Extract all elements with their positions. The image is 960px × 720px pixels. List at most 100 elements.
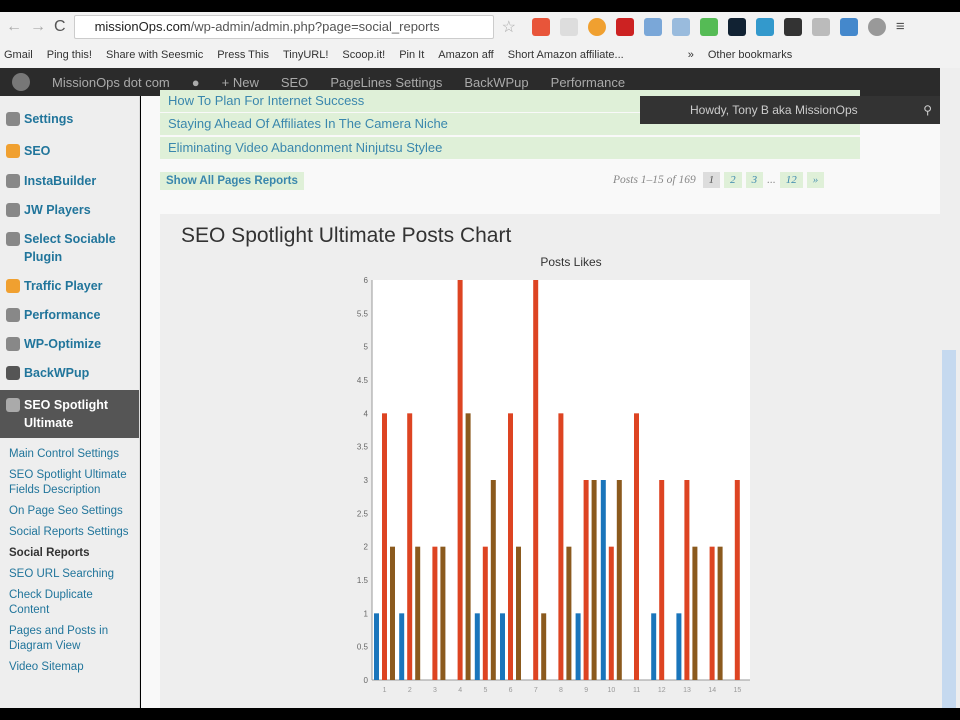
extension-icon[interactable] xyxy=(783,18,802,36)
submenu-on-page-seo[interactable]: On Page Seo Settings xyxy=(0,501,139,522)
extension-icon[interactable] xyxy=(699,18,718,36)
extension-icon[interactable] xyxy=(867,18,886,36)
bar-series1 xyxy=(575,613,581,680)
optimize-icon xyxy=(6,337,20,351)
bookmark[interactable]: Pin It xyxy=(399,49,424,61)
bar-series3 xyxy=(616,480,622,680)
submenu-social-reports-settings[interactable]: Social Reports Settings xyxy=(0,522,139,543)
bar-series2 xyxy=(659,480,665,680)
bar-series3 xyxy=(591,480,597,680)
adminbar-seo[interactable]: SEO xyxy=(281,75,308,90)
page-1[interactable]: 1 xyxy=(702,172,721,188)
page-12[interactable]: 12 xyxy=(779,172,803,188)
extension-icon[interactable] xyxy=(755,18,774,36)
forward-icon[interactable]: → xyxy=(30,18,46,36)
adminbar-pagelines[interactable]: PageLines Settings xyxy=(330,75,442,90)
label: SEO xyxy=(24,144,51,158)
posts-likes-chart: Posts Likes00.511.522.533.544.555.561 2 3 4… xyxy=(357,255,750,694)
label: InstaBuilder xyxy=(24,174,97,188)
traffic-icon xyxy=(6,279,20,293)
bookmark[interactable]: Gmail xyxy=(4,49,33,61)
submenu-main-control[interactable]: Main Control Settings xyxy=(0,444,139,465)
bar-series3 xyxy=(390,546,395,680)
back-icon[interactable]: ← xyxy=(6,18,22,36)
x-tick-label: 6 xyxy=(509,687,513,694)
x-tick-label: 14 xyxy=(708,687,716,694)
sidebar-item-jw-players[interactable]: JW Players xyxy=(0,201,139,219)
extension-icon[interactable] xyxy=(643,18,662,36)
extension-icon[interactable] xyxy=(559,18,578,36)
bar-series1 xyxy=(399,613,405,680)
y-tick-label: 0.5 xyxy=(357,643,369,652)
submenu-diagram-view[interactable]: Pages and Posts in Diagram View xyxy=(0,621,139,657)
sidebar-item-seo[interactable]: SEO xyxy=(0,142,139,160)
extension-icon[interactable] xyxy=(671,18,690,36)
submenu-fields-description[interactable]: SEO Spotlight Ultimate Fields Descriptio… xyxy=(0,465,139,501)
bookmark[interactable]: Short Amazon affiliate... xyxy=(508,49,624,61)
y-tick-label: 4.5 xyxy=(357,376,369,385)
sidebar-item-wp-optimize[interactable]: WP-Optimize xyxy=(0,335,139,353)
menu-icon[interactable]: ≡ xyxy=(896,18,914,36)
extension-icon[interactable] xyxy=(531,18,550,36)
pagination: Posts 1–15 of 169 1 2 3... 12» xyxy=(613,172,825,188)
submenu-check-duplicate[interactable]: Check Duplicate Content xyxy=(0,585,139,621)
sidebar-item-seo-spotlight[interactable]: SEO Spotlight Ultimate xyxy=(0,390,139,438)
bar-series2 xyxy=(734,480,740,680)
page-2[interactable]: 2 xyxy=(724,172,742,188)
report-row[interactable]: Eliminating Video Abandonment Ninjutsu S… xyxy=(160,137,860,159)
bar-series3 xyxy=(566,546,572,680)
star-icon[interactable]: ☆ xyxy=(502,17,516,37)
sidebar-item-backwpup[interactable]: BackWPup xyxy=(0,364,139,382)
scrollbar-thumb[interactable] xyxy=(942,350,956,708)
sidebar-item-sociable[interactable]: Select Sociable Plugin xyxy=(0,230,139,266)
search-icon[interactable]: ⚲ xyxy=(923,96,932,124)
x-tick-label: 11 xyxy=(633,687,640,694)
sidebar-item-instabuilder[interactable]: InstaBuilder xyxy=(0,172,139,190)
extension-icon[interactable] xyxy=(727,18,746,36)
adminbar-performance[interactable]: Performance xyxy=(551,75,625,90)
other-bookmarks[interactable]: Other bookmarks xyxy=(708,49,792,61)
adminbar-site[interactable]: MissionOps dot com xyxy=(52,75,170,90)
next-page[interactable]: » xyxy=(806,172,825,188)
extension-icon[interactable] xyxy=(587,18,606,36)
label: Performance xyxy=(24,308,101,322)
wordpress-logo-icon[interactable] xyxy=(12,73,30,91)
bar-series3 xyxy=(440,546,446,680)
x-tick-label: 12 xyxy=(658,687,666,694)
bookmark[interactable]: Scoop.it! xyxy=(342,49,385,61)
x-tick-label: 4 xyxy=(458,687,462,694)
sidebar-item-performance[interactable]: Performance xyxy=(0,306,139,324)
show-all-pages-button[interactable]: Show All Pages Reports xyxy=(160,172,304,190)
extension-icon[interactable] xyxy=(839,18,858,36)
sidebar-item-settings[interactable]: Settings xyxy=(0,110,139,128)
extension-icon[interactable] xyxy=(811,18,830,36)
submenu-video-sitemap[interactable]: Video Sitemap xyxy=(0,657,139,678)
sidebar-item-traffic-player[interactable]: Traffic Player xyxy=(0,277,139,295)
x-tick-label: 13 xyxy=(683,687,691,694)
page-3[interactable]: 3 xyxy=(745,172,764,188)
submenu-url-searching[interactable]: SEO URL Searching xyxy=(0,564,139,585)
adminbar-backwpup[interactable]: BackWPup xyxy=(464,75,528,90)
bookmark[interactable]: Share with Seesmic xyxy=(106,49,203,61)
bookmark[interactable]: Press This xyxy=(217,49,269,61)
backwpup-icon xyxy=(6,366,20,380)
label: SEO Spotlight Ultimate xyxy=(24,398,109,430)
comments-icon[interactable]: ● xyxy=(192,75,200,90)
extension-icon[interactable] xyxy=(615,18,634,36)
label: Select Sociable Plugin xyxy=(24,232,116,264)
user-greeting[interactable]: Howdy, Tony B aka MissionOps ⚲ xyxy=(640,96,940,124)
admin-sidebar: Settings SEO InstaBuilder JW Players Sel… xyxy=(0,96,140,708)
bookmark[interactable]: Amazon aff xyxy=(438,49,493,61)
label: JW Players xyxy=(24,203,91,217)
url-domain: missionOps.com xyxy=(94,19,191,34)
bookmark[interactable]: Ping this! xyxy=(47,49,92,61)
more-bookmarks[interactable]: » xyxy=(688,49,694,61)
address-bar[interactable]: missionOps.com/wp-admin/admin.php?page=s… xyxy=(73,15,494,39)
bar-series2 xyxy=(457,280,463,680)
bar-series3 xyxy=(717,546,723,680)
submenu-social-reports[interactable]: Social Reports xyxy=(0,543,139,564)
reload-icon[interactable]: C xyxy=(54,18,66,36)
adminbar-new[interactable]: + New xyxy=(222,75,259,90)
bookmark[interactable]: TinyURL! xyxy=(283,49,328,61)
y-tick-label: 1.5 xyxy=(357,576,369,585)
